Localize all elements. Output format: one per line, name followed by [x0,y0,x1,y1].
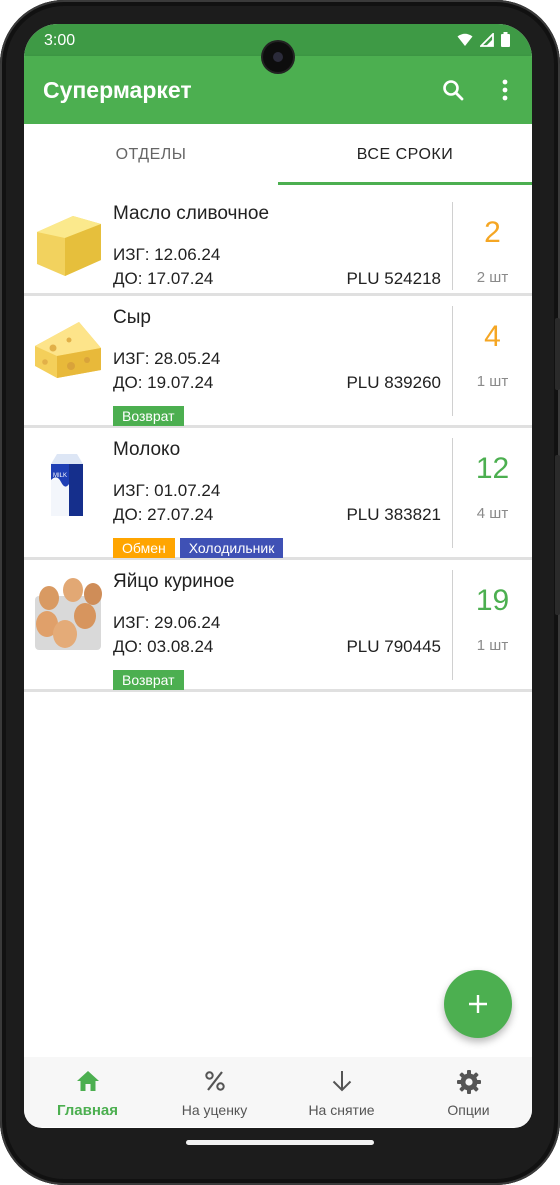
more-options-button[interactable] [489,74,521,106]
tag-list: Возврат [113,406,184,426]
add-product-button[interactable] [444,970,512,1038]
product-name: Сыр [113,307,151,328]
days-left: 12 [475,452,510,485]
nav-item-removal[interactable]: На снятие [278,1057,405,1127]
svg-text:MILK: MILK [53,473,67,479]
list-item[interactable]: Масло сливочное ИЗГ: 12.06.24 ДО: 17.07.… [24,192,532,296]
status-badge: Возврат [113,670,184,690]
plu-code: PLU 524218 [346,269,441,288]
status-badge: Обмен [113,538,175,558]
battery-icon [501,32,510,47]
nav-label: Главная [56,1102,118,1119]
quantity: 1 шт [476,637,509,654]
tag-list: Возврат [113,670,184,690]
production-date: ИЗГ: 01.07.24 [113,481,221,500]
nav-item-options[interactable]: Опции [405,1057,532,1127]
percent-icon [151,1069,278,1095]
status-time: 3:00 [44,32,76,49]
days-left: 4 [484,320,501,353]
tab-departments[interactable]: ОТДЕЛЫ [24,124,278,186]
volume-button [555,318,560,390]
butter-image [33,204,103,284]
gesture-handle[interactable] [186,1140,374,1145]
quantity: 1 шт [476,373,509,390]
status-icons [457,32,510,47]
nav-item-home[interactable]: Главная [24,1057,151,1127]
quantity: 2 шт [476,269,509,286]
nav-item-markdown[interactable]: На уценку [151,1057,278,1127]
product-name: Яйцо куриное [113,571,235,592]
list-item[interactable]: Сыр ИЗГ: 28.05.24 ДО: 19.07.24 PLU 83926… [24,296,532,428]
signal-icon [480,32,494,47]
settings-icon [405,1069,532,1095]
product-name: Молоко [113,439,181,460]
expiry-date: ДО: 17.07.24 [113,269,214,288]
cheese-image [33,308,103,388]
power-button [555,455,560,615]
product-name: Масло сливочное [113,203,270,224]
milk-carton-image: MILK [33,440,103,520]
app-title: Супермаркет [43,77,192,103]
tab-bar: ОТДЕЛЫ ВСЕ СРОКИ [24,124,532,186]
plus-icon [469,995,487,1013]
nav-label: На снятие [308,1102,375,1118]
tag-list: Обмен Холодильник [113,538,284,558]
days-left: 19 [475,584,510,617]
list-item[interactable]: MILK Молоко ИЗГ: 01.07.24 ДО: 27.07.24 P… [24,428,532,560]
expiry-date: ДО: 03.08.24 [113,637,214,656]
production-date: ИЗГ: 12.06.24 [113,245,221,264]
bottom-navigation: Главная На уценку На снятие Опции [24,1057,532,1127]
days-left: 2 [484,216,501,249]
nav-label: Опции [447,1102,490,1118]
front-camera [263,42,293,72]
search-button[interactable] [437,74,469,106]
more-vert-icon [502,79,508,101]
quantity: 4 шт [476,505,509,522]
list-item[interactable]: Яйцо куриное ИЗГ: 29.06.24 ДО: 03.08.24 … [24,560,532,692]
expiry-date: ДО: 27.07.24 [113,505,214,524]
search-icon [443,80,464,101]
arrow-down-icon [278,1069,405,1095]
production-date: ИЗГ: 29.06.24 [113,613,221,632]
production-date: ИЗГ: 28.05.24 [113,349,221,368]
plu-code: PLU 383821 [346,505,441,524]
expiry-date: ДО: 19.07.24 [113,373,214,392]
home-icon [24,1069,151,1095]
status-badge: Холодильник [179,538,284,558]
eggs-image [33,572,103,652]
tab-indicator [278,182,532,185]
product-list: Масло сливочное ИЗГ: 12.06.24 ДО: 17.07.… [24,192,532,692]
plu-code: PLU 839260 [346,373,441,392]
wifi-icon [457,33,473,46]
nav-label: На уценку [181,1102,248,1118]
tab-all-dates[interactable]: ВСЕ СРОКИ [278,124,532,186]
plu-code: PLU 790445 [346,637,441,656]
screen: 3:00 Супермаркет ОТДЕЛЫ ВСЕ СРОКИ Масло … [24,24,532,1128]
phone-frame: 3:00 Супермаркет ОТДЕЛЫ ВСЕ СРОКИ Масло … [0,0,560,1185]
status-badge: Возврат [113,406,184,426]
